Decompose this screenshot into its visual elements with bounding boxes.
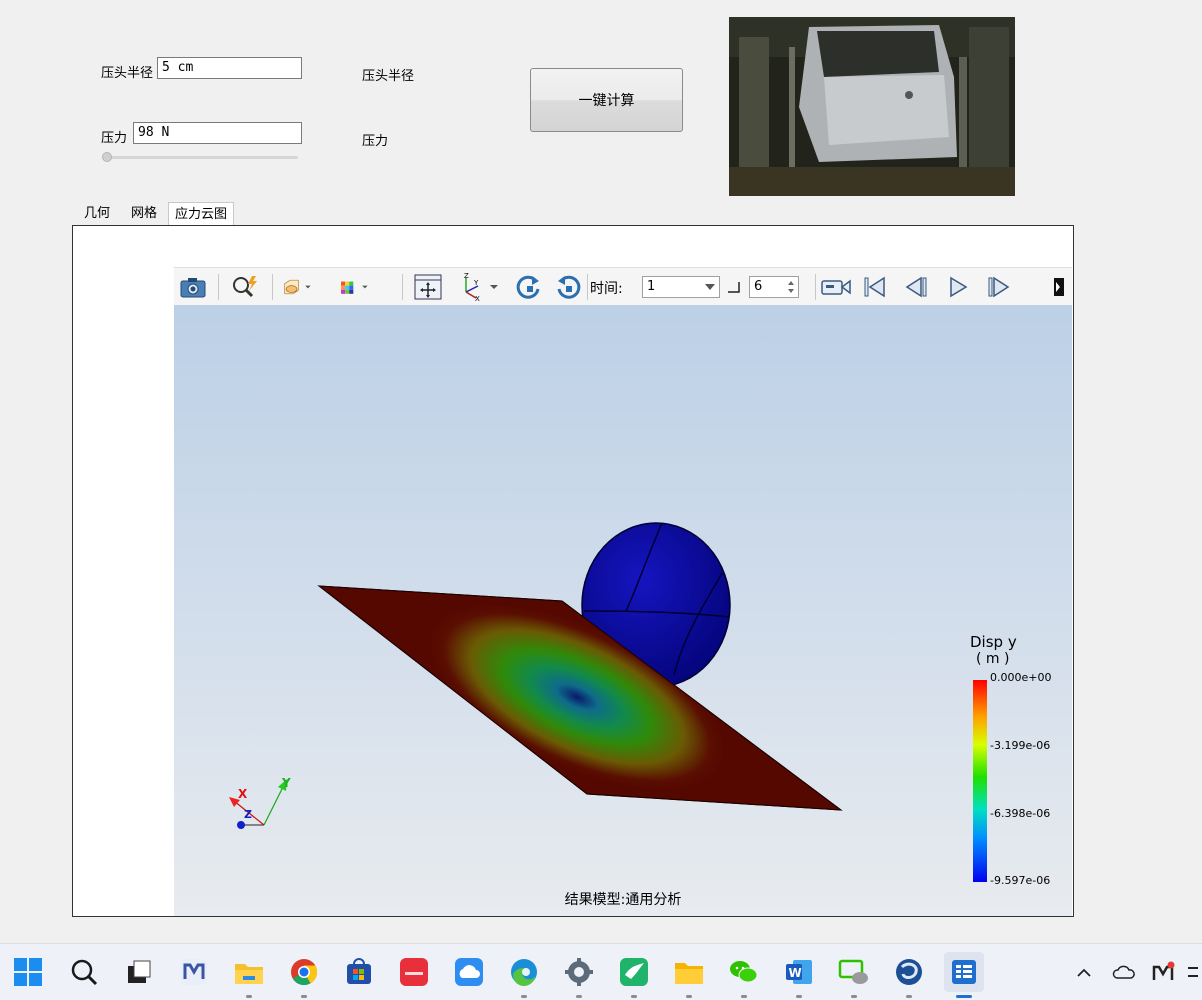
first-frame-icon[interactable] <box>860 272 890 302</box>
viewer-toolbar: ZY X 时间: 1 6 <box>174 267 1072 307</box>
axes-icon[interactable]: ZY X <box>458 272 502 302</box>
search-icon[interactable] <box>64 952 104 992</box>
tab-geometry[interactable]: 几何 <box>78 202 116 226</box>
color-cube-icon[interactable] <box>339 272 369 302</box>
svg-text:X: X <box>475 295 480 302</box>
triad-z-label: Z <box>244 808 252 821</box>
compute-button[interactable]: 一键计算 <box>530 68 683 132</box>
radius-label: 压头半径 <box>101 66 154 81</box>
force-slider-track[interactable] <box>104 156 298 159</box>
legend-tick-0: 0.000e+00 <box>990 671 1052 684</box>
triad-y-label: Y <box>282 776 291 790</box>
store-icon[interactable] <box>339 952 379 992</box>
legend-tick-1: -3.199e-06 <box>990 739 1051 752</box>
onedrive-icon[interactable] <box>1104 952 1144 992</box>
force-slider-thumb[interactable] <box>102 152 112 162</box>
force-label: 压力 <box>101 131 128 146</box>
zoom-icon[interactable] <box>230 272 260 302</box>
task-view-icon[interactable] <box>119 952 159 992</box>
time-label: 时间: <box>590 281 623 297</box>
section-cube-icon[interactable] <box>282 272 312 302</box>
camera-icon[interactable] <box>178 272 208 302</box>
fit-view-icon[interactable] <box>413 272 443 302</box>
svg-text:W: W <box>789 966 802 980</box>
result-viewport[interactable]: X Y Z Disp y ( m ) 0.000e+00 -3.199e-06 … <box>174 305 1072 916</box>
chevron-up-icon[interactable] <box>1064 952 1104 992</box>
app-swirl-icon[interactable] <box>889 952 929 998</box>
tab-stress-contour[interactable]: 应力云图 <box>168 202 235 227</box>
tab-mesh[interactable]: 网格 <box>125 202 163 226</box>
force-input[interactable]: 98 N <box>133 122 302 144</box>
legend-unit: ( m ) <box>976 651 1010 667</box>
time-select-value: 1 <box>647 279 656 294</box>
mindmaster-tray-icon[interactable] <box>1143 952 1183 992</box>
swift-app-icon[interactable] <box>614 952 654 998</box>
settings-icon[interactable] <box>559 952 599 998</box>
time-select[interactable]: 1 <box>642 276 720 298</box>
taskbar: W <box>0 943 1202 1000</box>
cloud-drive-icon[interactable] <box>449 952 489 992</box>
video-icon[interactable] <box>818 272 854 302</box>
stress-model <box>229 522 843 829</box>
svg-text:Z: Z <box>464 272 469 280</box>
svg-text:Y: Y <box>473 279 479 287</box>
legend-colorbar <box>973 680 987 882</box>
rotate-ccw-icon[interactable] <box>554 272 584 302</box>
radius-readout: 压头半径 <box>362 69 415 84</box>
step-icon <box>728 282 740 293</box>
mindmaster-icon[interactable] <box>174 952 214 992</box>
legend-tick-2: -6.398e-06 <box>990 807 1051 820</box>
word-icon[interactable]: W <box>779 952 819 998</box>
file-explorer-icon[interactable] <box>229 952 269 998</box>
folder-icon[interactable] <box>669 952 709 998</box>
chrome-icon[interactable] <box>284 952 324 998</box>
edge-icon[interactable] <box>504 952 544 998</box>
spin-arrows-icon[interactable] <box>787 280 795 294</box>
next-frame-icon[interactable] <box>984 272 1014 302</box>
prev-frame-icon[interactable] <box>901 272 931 302</box>
huawei-appgallery-icon[interactable] <box>394 952 434 992</box>
force-readout: 压力 <box>362 134 389 149</box>
wechat-icon[interactable] <box>724 952 764 998</box>
result-caption: 结果模型:通用分析 <box>564 892 682 908</box>
legend-title: Disp y <box>970 633 1017 651</box>
car-door-photo <box>729 17 1015 196</box>
radius-input[interactable]: 5 cm <box>157 57 302 79</box>
expand-icon[interactable] <box>1048 272 1070 302</box>
triad-x-label: X <box>238 787 248 801</box>
step-spinbox[interactable]: 6 <box>749 276 799 298</box>
play-icon[interactable] <box>943 272 973 302</box>
step-spinbox-value: 6 <box>754 279 763 294</box>
legend-tick-3: -9.597e-06 <box>990 874 1051 887</box>
start-icon[interactable] <box>8 952 48 992</box>
chevron-down-icon <box>705 284 715 290</box>
overflow-icon[interactable] <box>1182 952 1202 992</box>
rotate-cw-icon[interactable] <box>513 272 543 302</box>
wechat-remote-icon[interactable] <box>834 952 874 998</box>
active-app-icon[interactable] <box>944 952 984 998</box>
